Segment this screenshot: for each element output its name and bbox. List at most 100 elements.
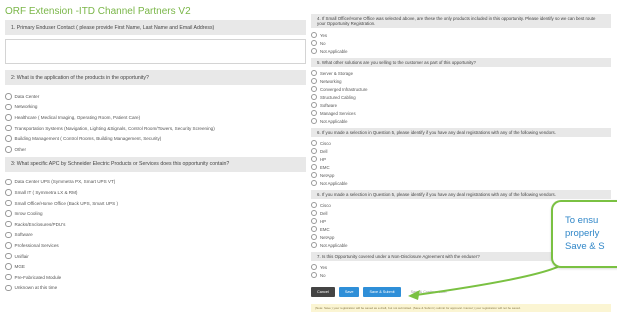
radio-button[interactable] [5,263,12,270]
checkbox-option[interactable]: Structured Cabling [311,93,611,101]
checkbox[interactable] [311,226,317,232]
radio-option[interactable]: No [311,271,611,279]
option-label: Structured Cabling [320,94,356,100]
radio-option[interactable]: Other [5,144,306,155]
checkbox[interactable] [311,102,317,108]
radio-option[interactable]: Uniflair [5,251,306,262]
checkbox[interactable] [311,70,317,76]
checkbox[interactable] [311,110,317,116]
option-label: Healthcare ( Medical Imaging, Operating … [14,114,141,120]
enduser-contact-textarea[interactable] [5,39,306,64]
checkbox[interactable] [311,172,317,178]
radio-button[interactable] [5,146,12,153]
radio-button[interactable] [5,124,12,132]
checkbox[interactable] [311,86,317,92]
callout-line-3: Save & S [565,241,605,252]
callout-text: To ensu properly Save & S [565,214,605,253]
checkbox[interactable] [311,94,317,100]
radio-option[interactable]: Professional Services [5,240,306,251]
radio-option[interactable]: Software [5,230,306,241]
checkbox[interactable] [311,180,317,186]
radio-button[interactable] [5,199,12,207]
radio-button[interactable] [5,220,12,228]
radio-button[interactable] [5,252,12,260]
option-label: HP [320,156,326,162]
radio-option[interactable]: Building Management ( Control Rooms, Bui… [5,133,306,144]
save-continue-later-link[interactable]: Save & Continue Later [411,290,447,294]
checkbox-option[interactable]: Not Applicable [311,117,611,125]
radio-option[interactable]: No [311,39,611,47]
option-label: Cisco [320,202,331,208]
radio-button[interactable] [5,135,12,142]
checkbox-option[interactable]: Software [311,101,611,109]
checkbox[interactable] [311,210,317,216]
radio-option[interactable]: Small Office/Home Office (Back UPS, Smar… [5,198,306,209]
option-label: Other [14,146,27,152]
checkbox-option[interactable]: Server & Storage [311,69,611,77]
radio-option[interactable]: MGE [5,261,306,272]
radio-option[interactable]: Data Center [5,91,306,102]
radio-button[interactable] [311,48,317,54]
radio-option[interactable]: Unknown at this time [5,283,306,294]
radio-option[interactable]: Pre-Fabricated Module [5,272,306,283]
radio-option[interactable]: Not Applicable [311,47,611,55]
checkbox[interactable] [311,202,317,208]
checkbox[interactable] [311,118,317,124]
option-label: MGE [14,264,25,270]
cancel-button[interactable]: Cancel [311,287,335,297]
checkbox-option[interactable]: EMC [311,163,611,171]
checkbox[interactable] [311,148,317,154]
save-and-submit-button[interactable]: Save & Submit [363,287,401,297]
checkbox-option[interactable]: Not Applicable [311,179,611,187]
radio-button[interactable] [5,273,12,281]
radio-option[interactable]: Transportation Systems (Navigation, Ligh… [5,123,306,134]
option-label: Cisco [320,140,331,146]
checkbox[interactable] [311,242,317,248]
radio-option[interactable]: Small IT ( Symmetra LX & RM) [5,187,306,198]
radio-button[interactable] [5,103,12,111]
question-3-header: 3: What specific APC by Schneider Electr… [5,156,306,172]
radio-button[interactable] [5,178,12,186]
radio-button[interactable] [5,231,12,239]
radio-option[interactable]: Healthcare ( Medical Imaging, Operating … [5,112,306,123]
option-label: EMC [320,164,330,170]
save-instructions-note: (Note: Save ) your registration will be … [311,304,611,312]
question-3-options: Data Center UPS (Symmetra PX, Smart UPS … [5,177,306,294]
radio-option[interactable]: Networking [5,102,306,113]
option-label: Small Office/Home Office (Back UPS, Smar… [14,200,118,206]
radio-option[interactable]: Yes [311,31,611,39]
checkbox-option[interactable]: Converged Infrastructure [311,85,611,93]
option-label: NetApp [320,172,335,178]
radio-button[interactable] [5,189,12,196]
radio-button[interactable] [311,32,317,38]
option-label: Converged Infrastructure [320,86,368,92]
checkbox-option[interactable]: Dell [311,147,611,155]
checkbox[interactable] [311,164,317,170]
option-label: Uniflair [14,253,29,259]
option-label: Building Management ( Control Rooms, Bui… [14,136,162,142]
radio-button[interactable] [311,272,317,278]
form-left-column: 1. Primary Enduser Contact ( please prov… [5,20,306,293]
checkbox-option[interactable]: HP [311,155,611,163]
checkbox[interactable] [311,78,317,84]
radio-button[interactable] [311,264,317,270]
radio-button[interactable] [5,210,12,217]
radio-button[interactable] [5,242,12,249]
checkbox-option[interactable]: Networking [311,77,611,85]
radio-option[interactable]: Inrow Cooling [5,208,306,219]
save-button[interactable]: Save [338,287,360,297]
checkbox[interactable] [311,234,317,240]
radio-button[interactable] [311,40,317,46]
radio-option[interactable]: Racks/Enclosures/PDU's [5,219,306,230]
radio-button[interactable] [5,114,12,121]
checkbox-option[interactable]: Cisco [311,139,611,147]
radio-button[interactable] [5,93,12,100]
radio-button[interactable] [5,284,12,292]
checkbox[interactable] [311,140,317,146]
radio-option[interactable]: Data Center UPS (Symmetra PX, Smart UPS … [5,177,306,188]
checkbox-option[interactable]: Managed Services [311,109,611,117]
checkbox[interactable] [311,218,317,224]
checkbox-option[interactable]: NetApp [311,171,611,179]
checkbox[interactable] [311,156,317,162]
option-label: Dell [320,210,328,216]
